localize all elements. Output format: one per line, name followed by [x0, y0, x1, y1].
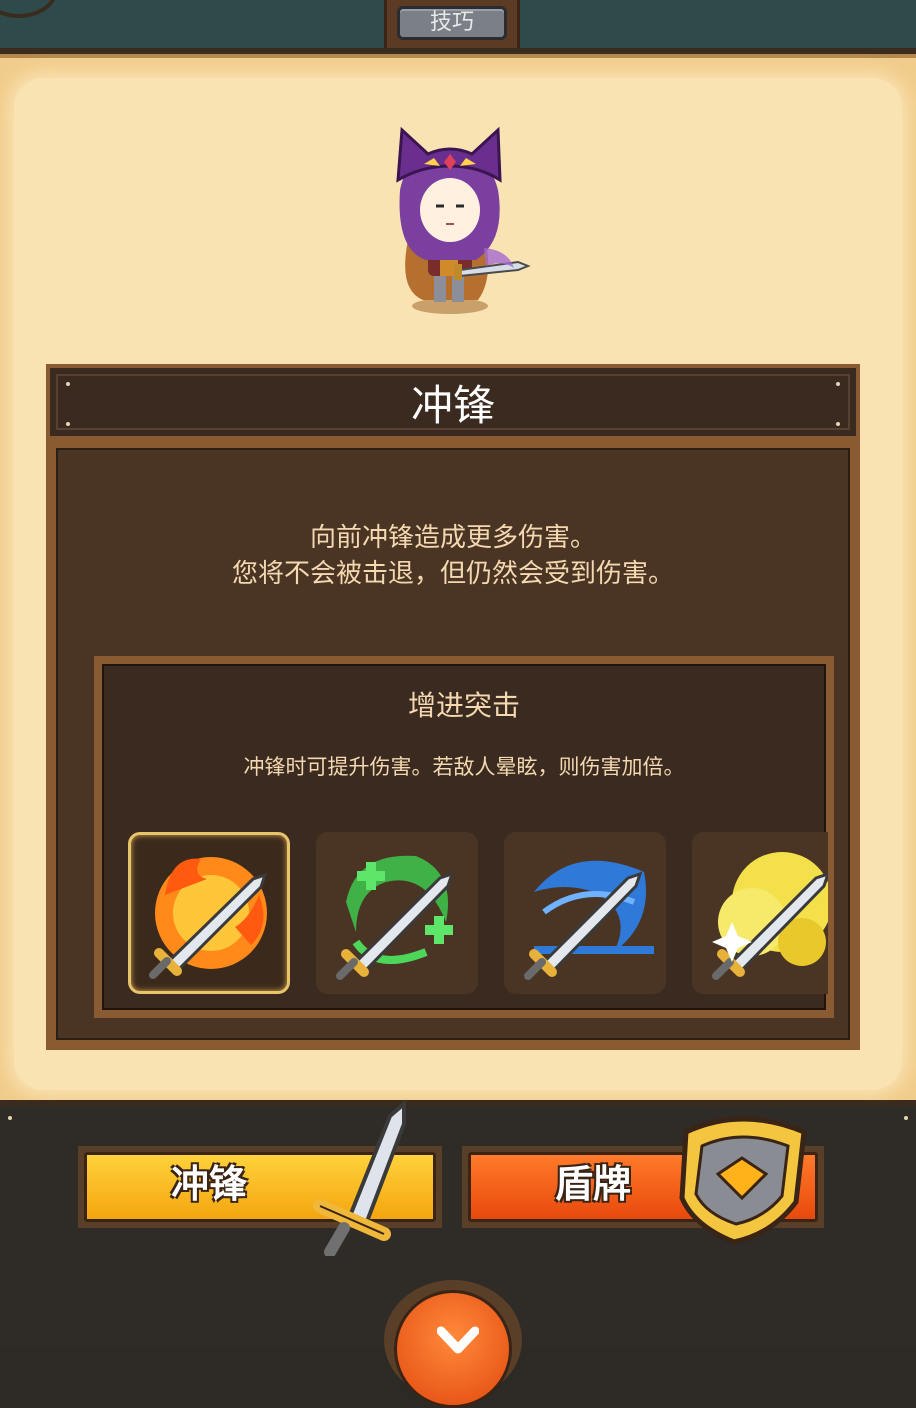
tab-charge-label: 冲锋: [171, 1162, 248, 1206]
rivet: [8, 1116, 12, 1120]
upgrade-title: 增进突击: [407, 689, 520, 722]
skill-title-bar: 冲锋: [46, 364, 860, 440]
tab-skills[interactable]: 技巧: [384, 0, 520, 48]
skill-panel-inner: 向前冲锋造成更多伤害。 您将不会被击退，但仍然会受到伤害。 增进突击 冲锋时可提…: [56, 448, 850, 1040]
skill-description: 向前冲锋造成更多伤害。 您将不会被击退，但仍然会受到伤害。: [58, 520, 848, 592]
upgrade-option-heal[interactable]: [316, 832, 478, 994]
upgrade-option-water[interactable]: [504, 832, 666, 994]
skill-description-line2: 您将不会被击退，但仍然会受到伤害。: [231, 559, 674, 589]
skill-title: 冲锋: [410, 381, 495, 430]
sword-icon: [313, 1099, 406, 1256]
upgrade-options: [122, 828, 828, 998]
light-sword-icon: [712, 852, 828, 980]
tab-shield-label: 盾牌: [555, 1162, 632, 1206]
upgrade-box-inner: 增进突击 冲锋时可提升伤害。若敌人晕眩，则伤害加倍。: [102, 664, 828, 1010]
close-button[interactable]: [384, 1280, 522, 1408]
upgrade-option-light[interactable]: [692, 832, 828, 994]
fire-sword-icon: [149, 857, 268, 979]
heal-sword-icon: [336, 855, 455, 980]
water-sword-icon: [524, 860, 654, 980]
upgrade-description: 冲锋时可提升伤害。若敌人晕眩，则伤害加倍。: [243, 755, 685, 779]
upgrade-option-fire[interactable]: [128, 832, 290, 994]
shield-icon: [679, 1116, 807, 1245]
skill-description-line1: 向前冲锋造成更多伤害。: [309, 523, 596, 553]
close-button-face[interactable]: [394, 1290, 512, 1408]
corner-button[interactable]: [0, 0, 58, 18]
hero-character-icon: [396, 126, 531, 314]
rivet: [904, 1116, 908, 1120]
top-bar: 技巧: [0, 0, 916, 54]
skill-panel: 向前冲锋造成更多伤害。 您将不会被击退，但仍然会受到伤害。 增进突击 冲锋时可提…: [46, 438, 860, 1050]
chevron-down-icon: [437, 1326, 479, 1354]
upgrade-box: 增进突击 冲锋时可提升伤害。若敌人晕眩，则伤害加倍。: [94, 656, 834, 1018]
tab-skills-label[interactable]: 技巧: [397, 6, 507, 40]
